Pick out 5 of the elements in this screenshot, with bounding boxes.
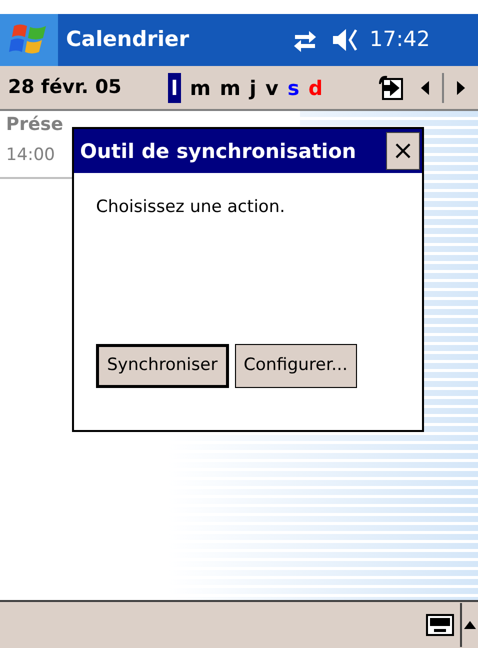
window-title: Calendrier <box>66 26 190 54</box>
dialog-title: Outil de synchronisation <box>80 138 358 165</box>
appointment-time: 14:00 <box>6 144 55 167</box>
appointment-title: Prése <box>6 113 64 137</box>
dialog-message: Choisissez une action. <box>96 196 285 219</box>
